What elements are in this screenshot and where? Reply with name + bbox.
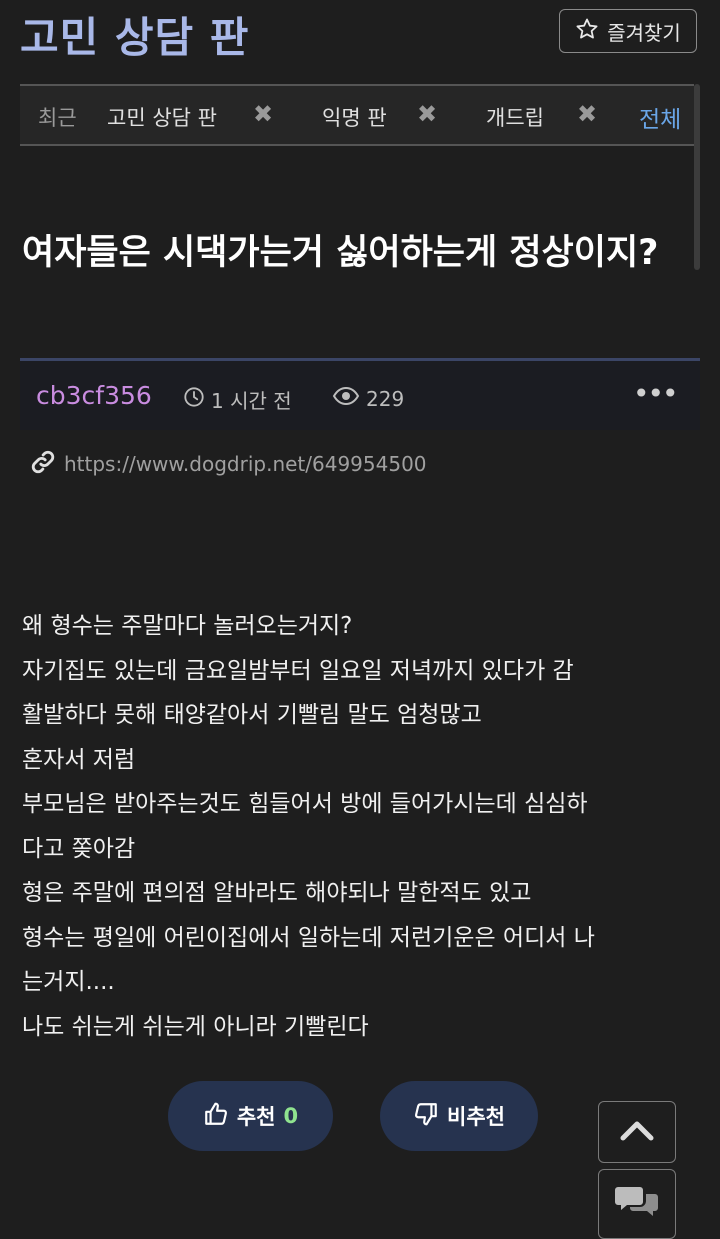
chevron-up-icon xyxy=(619,1118,655,1146)
content-line: 나도 쉬는게 쉬는게 아니라 기빨린다 xyxy=(22,1013,369,1040)
upvote-button[interactable]: 추천 0 xyxy=(168,1081,333,1151)
thumbs-down-icon xyxy=(413,1101,439,1132)
content-line: 혼자서 저럼 xyxy=(22,746,136,773)
downvote-button[interactable]: 비추천 xyxy=(380,1081,538,1151)
eye-icon xyxy=(332,385,360,412)
content-line: 는거지.... xyxy=(22,969,115,995)
link-icon xyxy=(30,449,56,479)
thumbs-up-icon xyxy=(203,1101,229,1132)
downvote-label: 비추천 xyxy=(447,1105,505,1129)
post-content: 왜 형수는 주말마다 놀러오는거지? 자기집도 있는데 금요일밤부터 일요일 저… xyxy=(22,604,702,1049)
content-line: 형은 주말에 편의점 알바라도 해야되나 말한적도 있고 xyxy=(22,880,532,906)
content-line: 부모님은 받아주는것도 힘들어서 방에 들어가시는데 심심하 xyxy=(22,791,588,817)
tab-anonymous[interactable]: 익명 판 xyxy=(322,102,387,132)
time-text: 1 시간 전 xyxy=(211,389,292,413)
tab-all[interactable]: 전체 xyxy=(639,100,681,134)
views-count: 229 xyxy=(366,386,405,411)
tab-dogdrip[interactable]: 개드립 xyxy=(486,102,544,132)
clock-icon xyxy=(183,386,205,413)
board-title[interactable]: 고민 상담 판 xyxy=(20,4,249,65)
content-line: 자기집도 있는데 금요일밤부터 일요일 저녁까지 있다가 감 xyxy=(22,657,574,684)
post-url[interactable]: https://www.dogdrip.net/649954500 xyxy=(64,452,427,476)
upvote-label: 추천 xyxy=(236,1105,276,1129)
post-time: 1 시간 전 xyxy=(183,385,292,414)
post-meta-bar: cb3cf356 1 시간 전 229 ••• xyxy=(20,358,700,430)
close-icon[interactable]: ✖ xyxy=(417,100,437,128)
recent-label: 최근 xyxy=(38,106,77,130)
scroll-top-button[interactable] xyxy=(598,1101,676,1163)
post-views: 229 xyxy=(332,385,404,412)
comments-icon xyxy=(614,1182,660,1226)
post-url-row: https://www.dogdrip.net/649954500 xyxy=(30,449,427,479)
content-line: 형수는 평일에 어린이집에서 일하는데 저런기운은 어디서 나 xyxy=(22,924,595,951)
tab-gomin[interactable]: 고민 상담 판 xyxy=(107,102,217,132)
content-line: 다고 쫒아감 xyxy=(22,835,136,862)
content-line: 활발하다 못해 태양같아서 기빨림 말도 엄청많고 xyxy=(22,702,482,728)
favorite-button[interactable]: 즐겨찾기 xyxy=(559,9,697,53)
close-icon[interactable]: ✖ xyxy=(253,100,273,128)
post-title: 여자들은 시댁가는거 싫어하는게 정상이지? xyxy=(22,233,659,273)
more-options-button[interactable]: ••• xyxy=(633,377,679,410)
upvote-count: 0 xyxy=(283,1104,299,1128)
star-icon xyxy=(575,17,599,46)
author-link[interactable]: cb3cf356 xyxy=(36,381,152,410)
recent-boards-tabs: 최근 고민 상담 판 ✖ 익명 판 ✖ 개드립 ✖ 전체 xyxy=(20,84,694,146)
favorite-label: 즐겨찾기 xyxy=(607,20,681,45)
tabs-scrollbar[interactable] xyxy=(694,84,700,270)
comments-button[interactable] xyxy=(598,1169,676,1239)
content-line: 왜 형수는 주말마다 놀러오는거지? xyxy=(22,613,353,639)
close-icon[interactable]: ✖ xyxy=(577,100,597,128)
